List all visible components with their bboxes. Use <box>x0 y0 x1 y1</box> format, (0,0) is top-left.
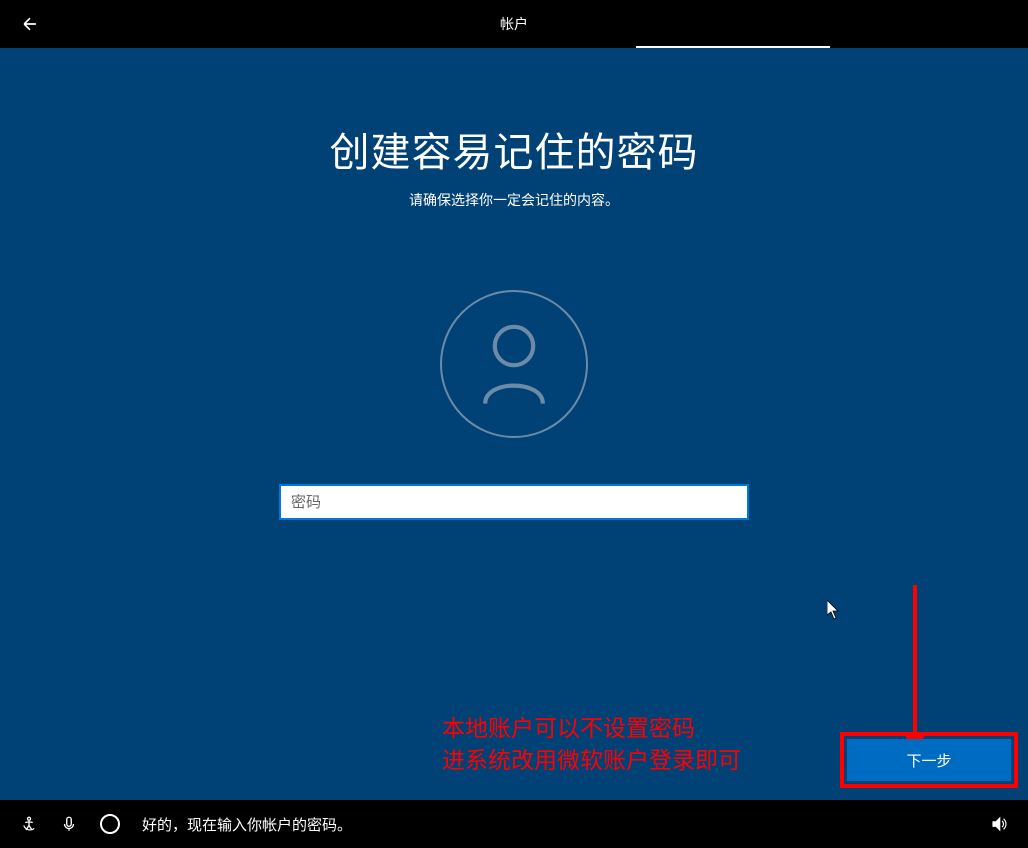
footer-bar: 好的，现在输入你帐户的密码。 <box>0 800 1028 848</box>
cortana-icon[interactable] <box>100 814 120 834</box>
header-bar: 帐户 <box>0 0 1028 48</box>
next-button[interactable]: 下一步 <box>847 739 1011 781</box>
tab-account[interactable]: 帐户 <box>470 0 558 48</box>
annotation-text: 本地账户可以不设置密码 进系统改用微软账户登录即可 <box>442 712 741 776</box>
mouse-cursor-icon <box>827 600 841 625</box>
main-content: 创建容易记住的密码 请确保选择你一定会记住的内容。 本地账户可以不设置密码 进系… <box>0 120 1028 800</box>
password-input[interactable] <box>279 484 749 520</box>
page-subtitle: 请确保选择你一定会记住的内容。 <box>0 190 1028 210</box>
tab-underline <box>636 46 830 48</box>
annotation-line2: 进系统改用微软账户登录即可 <box>442 744 741 776</box>
next-button-highlight: 下一步 <box>840 732 1018 788</box>
annotation-line1: 本地账户可以不设置密码 <box>442 712 741 744</box>
page-title: 创建容易记住的密码 <box>0 120 1028 178</box>
tab-account-label: 帐户 <box>500 14 528 34</box>
back-button[interactable] <box>0 2 60 46</box>
microphone-icon[interactable] <box>60 815 78 833</box>
user-avatar-icon <box>440 290 588 438</box>
accessibility-icon[interactable] <box>20 815 38 833</box>
cortana-text: 好的，现在输入你帐户的密码。 <box>142 814 352 835</box>
volume-icon[interactable] <box>990 815 1008 833</box>
tab-area: 帐户 <box>334 0 694 48</box>
